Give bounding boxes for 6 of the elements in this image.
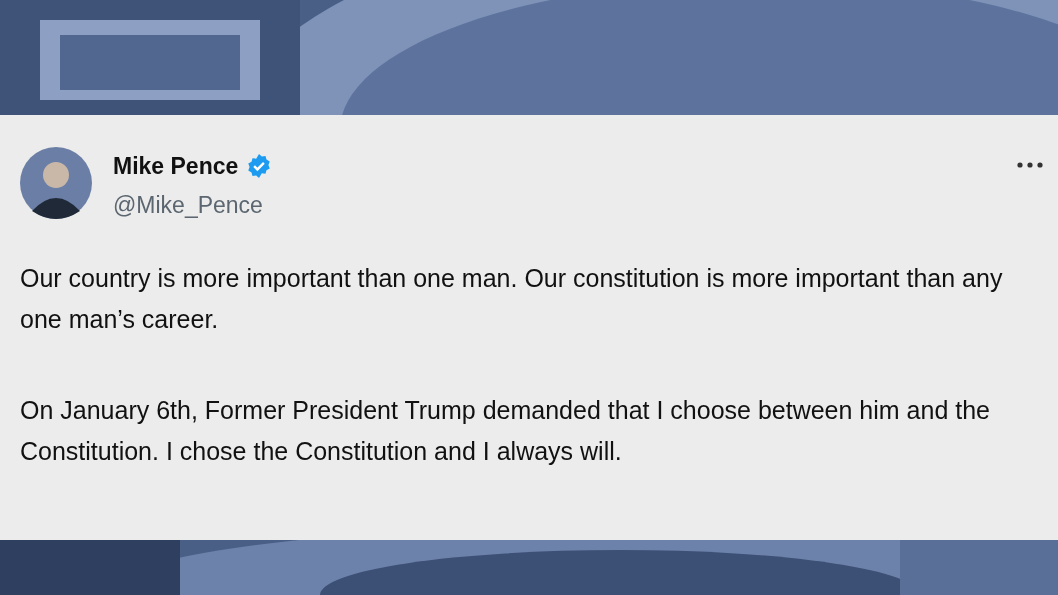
avatar xyxy=(20,147,92,219)
author-name: Mike Pence xyxy=(113,152,239,181)
author-handle: @Mike_Pence xyxy=(113,190,264,220)
tweet-text: On January 6th, Former President Trump demanded that I choose between him and the Constitution. I chose the Constitution and I always will. xyxy=(20,395,991,467)
more-options-icon[interactable] xyxy=(1016,161,1044,169)
tweet-text: Our country is more important than one man. Our constitution is more important than any one man’s career. xyxy=(20,263,1004,335)
